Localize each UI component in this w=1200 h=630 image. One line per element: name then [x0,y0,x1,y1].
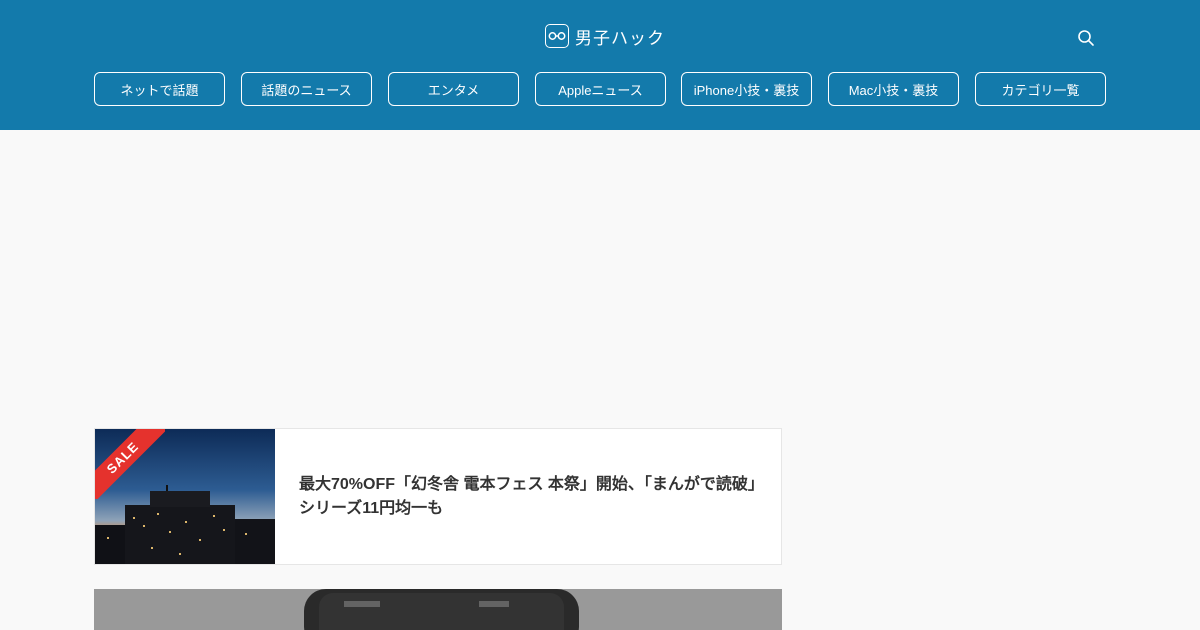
nav-item-label: 話題のニュース [261,82,352,98]
site-header: 男子ハック ネットで話題 話題のニュース エンタメ Appleニュース iPho… [0,0,1200,130]
site-logo[interactable]: 男子ハック [545,22,665,50]
nav-item-label: Mac小技・裏技 [848,82,939,98]
nav-item-apple-news[interactable]: Appleニュース [535,72,666,106]
nav-item-entertainment[interactable]: エンタメ [388,72,519,106]
glasses-icon [545,24,569,48]
nav-item-label: ネットで話題 [120,82,199,98]
article-card[interactable] [94,589,782,630]
article-title: 最大70%OFF「幻冬舎 電本フェス 本祭」開始、「まんがで読破」シリーズ11円… [299,475,756,517]
nav-item-news[interactable]: 話題のニュース [241,72,372,106]
search-button[interactable] [1066,20,1106,60]
nav-item-label: Appleニュース [558,82,643,98]
search-icon [1077,29,1095,52]
nav-item-label: カテゴリ一覧 [1001,82,1080,98]
nav-item-label: iPhone小技・裏技 [693,82,800,98]
article-card[interactable]: SALE 最大70%OFF「幻冬舎 電本フェス 本祭」開始、「まんがで読破」シリ… [94,428,782,565]
category-nav: ネットで話題 話題のニュース エンタメ Appleニュース iPhone小技・裏… [94,72,1106,106]
sale-badge-label: SALE [95,429,165,499]
nav-item-iphone-tips[interactable]: iPhone小技・裏技 [681,72,812,106]
nav-item-net-topics[interactable]: ネットで話題 [94,72,225,106]
article-thumbnail: SALE [95,429,275,564]
nav-item-label: エンタメ [427,82,480,98]
nav-item-mac-tips[interactable]: Mac小技・裏技 [828,72,959,106]
site-name: 男子ハック [575,28,665,48]
article-thumbnail [94,589,782,630]
nav-item-categories[interactable]: カテゴリ一覧 [975,72,1106,106]
sale-badge: SALE [95,429,165,499]
